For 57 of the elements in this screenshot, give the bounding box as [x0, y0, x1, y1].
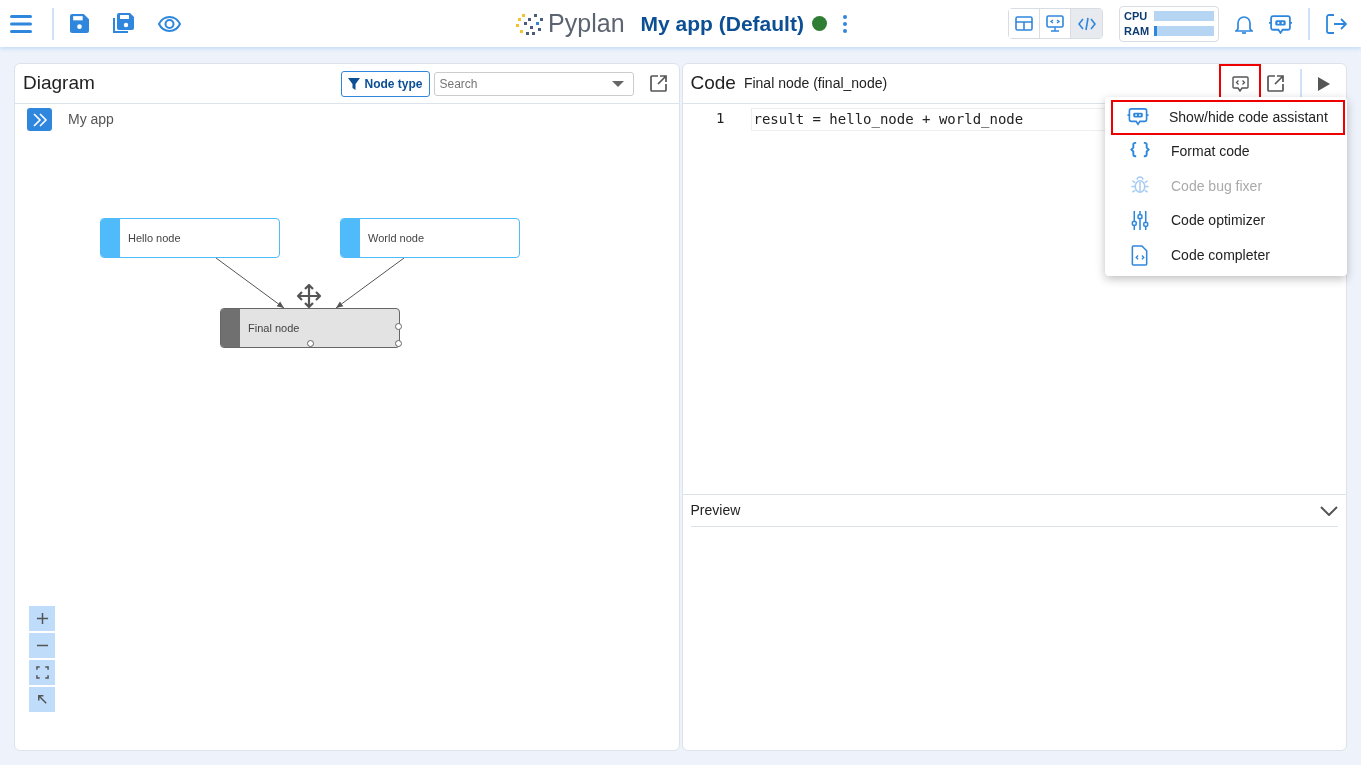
- meter-track: [1154, 11, 1214, 21]
- external-link-icon[interactable]: [1267, 75, 1284, 92]
- save-all-icon[interactable]: [113, 13, 134, 34]
- connector-arrow: [335, 257, 405, 309]
- fit-screen-button[interactable]: [29, 660, 55, 685]
- expand-button[interactable]: [27, 108, 52, 131]
- run-icon[interactable]: [1318, 76, 1330, 91]
- logout-icon[interactable]: [1326, 13, 1347, 34]
- caret-icon[interactable]: [611, 80, 624, 87]
- arrow-icon: [35, 693, 49, 706]
- view-toggle[interactable]: [1009, 9, 1040, 38]
- resize-handle[interactable]: [395, 340, 402, 347]
- save-icon[interactable]: [70, 14, 89, 33]
- meter-label: RAM: [1124, 23, 1151, 39]
- filter-button[interactable]: Node type: [341, 70, 430, 97]
- table-icon: [1015, 15, 1033, 32]
- diagram-node[interactable]: Hello node: [100, 218, 280, 258]
- status-dot: [811, 16, 827, 31]
- menu-item[interactable]: Format code: [1105, 134, 1347, 169]
- app-title: My app (Default): [640, 10, 804, 37]
- diagram-node[interactable]: World node: [340, 218, 520, 258]
- line-number: 1: [715, 109, 726, 128]
- chevron-down-icon[interactable]: [1320, 505, 1338, 516]
- diagram-node[interactable]: Final node: [220, 308, 400, 348]
- code-chat-icon: [1231, 75, 1249, 92]
- meter-label: CPU: [1124, 8, 1149, 24]
- resize-handle[interactable]: [395, 323, 402, 330]
- chevrons-icon: [31, 112, 48, 127]
- robot-chat-icon: [1127, 106, 1149, 128]
- zoom-in-button[interactable]: [29, 606, 55, 631]
- arrow-button[interactable]: [29, 687, 55, 712]
- zoom-in-icon: [35, 612, 49, 625]
- panel-title: Diagram: [23, 71, 95, 96]
- more-icon[interactable]: [842, 14, 847, 33]
- filter-icon: [348, 77, 361, 90]
- bell-icon[interactable]: [1235, 13, 1253, 34]
- search-field[interactable]: Search: [433, 71, 634, 96]
- connector-arrow: [215, 257, 285, 309]
- external-link-icon[interactable]: [649, 75, 667, 92]
- resize-handle[interactable]: [307, 340, 314, 347]
- menu-icon[interactable]: [10, 14, 32, 33]
- menu-item[interactable]: Show/hide code assistant: [1111, 100, 1345, 135]
- sliders-icon: [1129, 210, 1151, 232]
- view-toggle[interactable]: [1071, 9, 1102, 38]
- panel-title: Code: [690, 71, 736, 96]
- logo-text: Pyplan: [548, 7, 625, 39]
- monitor-icon: [1046, 15, 1064, 32]
- node-subtitle: Final node (final_node): [743, 74, 888, 93]
- breadcrumb[interactable]: My app: [68, 109, 114, 130]
- move-icon[interactable]: [297, 284, 321, 308]
- menu-item[interactable]: Code optimizer: [1105, 203, 1347, 238]
- fit-screen-icon: [35, 666, 49, 679]
- menu-item[interactable]: Code completer: [1105, 238, 1347, 273]
- eye-icon[interactable]: [158, 15, 181, 32]
- code-icon: [1077, 15, 1096, 32]
- section-title: Preview: [690, 501, 741, 520]
- robot-chat-icon[interactable]: [1269, 13, 1292, 34]
